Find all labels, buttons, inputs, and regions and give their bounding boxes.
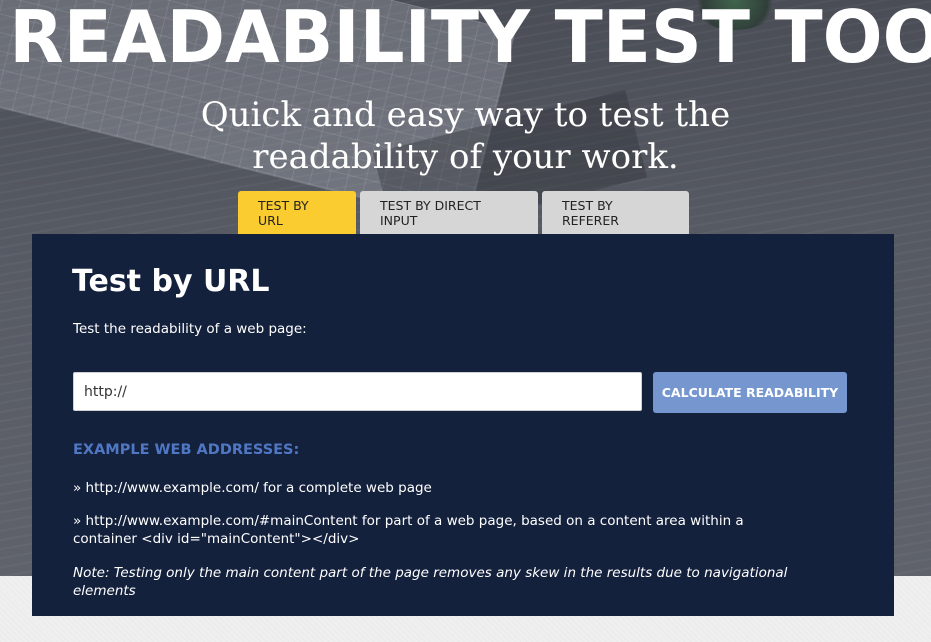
- subtitle-line-1: Quick and easy way to test the: [200, 95, 731, 135]
- panel-title: Test by URL: [72, 264, 270, 299]
- url-input[interactable]: [73, 372, 642, 411]
- tab-test-by-referer[interactable]: TEST BY REFERER: [542, 191, 689, 234]
- subtitle-line-2: readability of your work.: [252, 137, 679, 177]
- tab-test-by-url[interactable]: TEST BY URL: [238, 191, 356, 234]
- example-item: » http://www.example.com/ for a complete…: [73, 480, 432, 496]
- note-text: Note: Testing only the main content part…: [73, 565, 788, 599]
- tab-bar: TEST BY URL TEST BY DIRECT INPUT TEST BY…: [238, 191, 689, 234]
- tab-test-by-direct-input[interactable]: TEST BY DIRECT INPUT: [360, 191, 538, 234]
- calculate-readability-button[interactable]: CALCULATE READABILITY: [653, 372, 847, 413]
- examples-heading: EXAMPLE WEB ADDRESSES:: [73, 442, 300, 458]
- page-subtitle: Quick and easy way to test the readabili…: [0, 94, 931, 178]
- page-title: READABILITY TEST TOOL: [9, 0, 931, 79]
- panel-description: Test the readability of a web page:: [73, 321, 307, 337]
- example-item: » http://www.example.com/#mainContent fo…: [73, 513, 744, 547]
- test-panel: Test by URL Test the readability of a we…: [32, 234, 894, 616]
